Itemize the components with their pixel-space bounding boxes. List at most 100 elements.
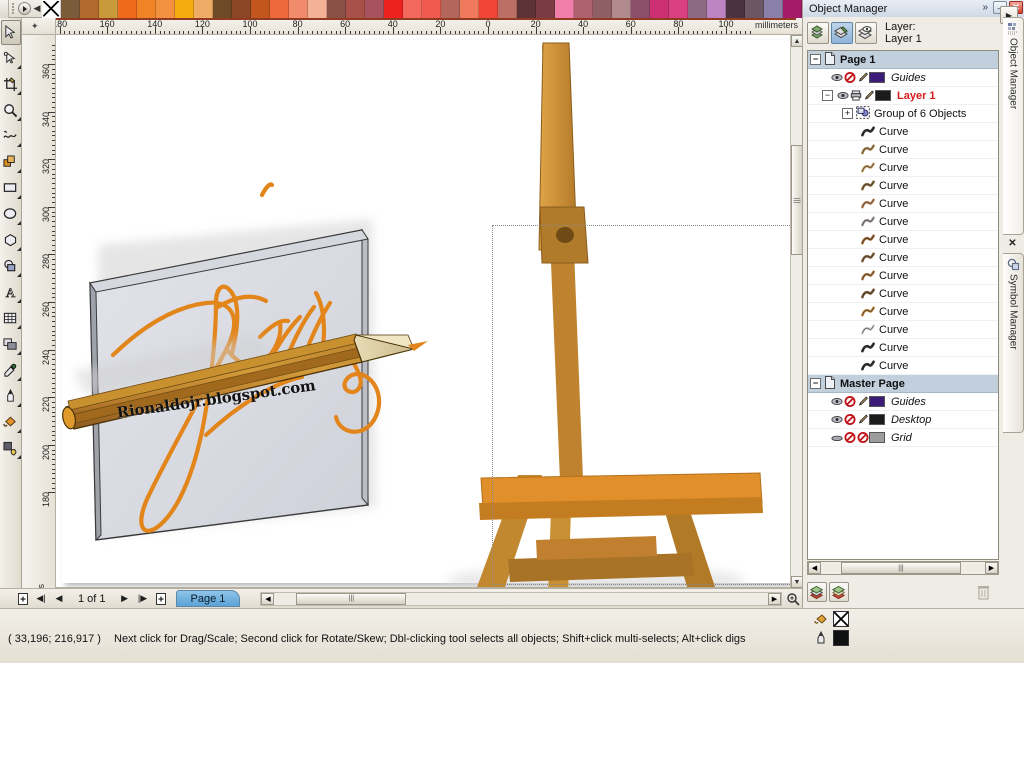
palette-swatch[interactable] (327, 0, 346, 18)
docker-chevron-icon[interactable]: » (982, 2, 988, 13)
tree-expander[interactable]: − (810, 54, 821, 65)
shape-tool[interactable] (1, 46, 21, 71)
palette-swatch[interactable] (764, 0, 783, 18)
next-page-button[interactable]: ▶ (117, 591, 133, 607)
palette-swatch[interactable] (403, 0, 422, 18)
palette-prev-arrow-icon[interactable]: ◀ (32, 3, 42, 14)
print-toggle[interactable] (843, 72, 856, 83)
swatch-no-color[interactable] (42, 0, 61, 18)
palette-swatch[interactable] (783, 0, 802, 18)
scroll-left-button[interactable]: ◀ (261, 592, 275, 605)
print-toggle[interactable] (843, 414, 856, 425)
palette-swatch[interactable] (707, 0, 726, 18)
fill-indicator-row[interactable] (814, 611, 849, 627)
palette-swatch[interactable] (270, 0, 289, 18)
edit-toggle[interactable] (856, 432, 869, 443)
layer-color-chip[interactable] (869, 414, 885, 425)
palette-swatch[interactable] (745, 0, 764, 18)
edit-toggle[interactable] (856, 414, 869, 425)
tree-expander[interactable]: + (842, 108, 853, 119)
palette-swatch[interactable] (175, 0, 194, 18)
page-tab-page-1[interactable]: Page 1 (175, 590, 241, 607)
palette-grip[interactable] (0, 0, 9, 18)
docker-scroll-left-button[interactable]: ◀ (808, 562, 821, 574)
new-layer-button[interactable] (807, 582, 827, 602)
palette-swatch[interactable] (232, 0, 251, 18)
palette-swatch[interactable] (460, 0, 479, 18)
docker-scroll-thumb[interactable]: ||| (841, 562, 961, 574)
master-desktop-row[interactable]: Desktop (808, 411, 998, 429)
palette-swatch[interactable] (118, 0, 137, 18)
palette-swatch[interactable] (346, 0, 365, 18)
docker-horizontal-scrollbar[interactable]: ◀ ||| ▶ (807, 561, 999, 575)
palette-swatch[interactable] (251, 0, 270, 18)
show-object-properties-button[interactable] (807, 22, 829, 44)
curve-row[interactable]: Curve (808, 213, 998, 231)
docker-tab-object-manager[interactable]: Object Manager (1003, 17, 1024, 235)
group-row[interactable]: + Group of 6 Objects (808, 105, 998, 123)
layer-color-chip[interactable] (875, 90, 891, 101)
palette-swatch[interactable] (365, 0, 384, 18)
rectangle-tool[interactable] (1, 176, 21, 201)
palette-swatch[interactable] (574, 0, 593, 18)
crop-tool[interactable] (1, 72, 21, 97)
print-toggle[interactable] (849, 90, 862, 101)
palette-swatch[interactable] (156, 0, 175, 18)
object-tree[interactable]: − Page 1 Guides − Layer 1 + Group of 6 Objects… (807, 50, 999, 560)
layer-1-row[interactable]: − Layer 1 (808, 87, 998, 105)
curve-row[interactable]: Curve (808, 195, 998, 213)
curve-row[interactable]: Curve (808, 177, 998, 195)
curve-row[interactable]: Curve (808, 357, 998, 375)
curve-row[interactable]: Curve (808, 321, 998, 339)
palette-swatch[interactable] (308, 0, 327, 18)
visibility-toggle[interactable] (830, 415, 843, 424)
last-page-button[interactable]: |▶ (135, 591, 151, 607)
palette-swatch[interactable] (384, 0, 403, 18)
new-master-layer-button[interactable] (829, 582, 849, 602)
edit-across-layers-button[interactable] (831, 22, 853, 44)
curve-row[interactable]: Curve (808, 303, 998, 321)
tree-expander[interactable]: − (822, 90, 833, 101)
palette-swatch[interactable] (669, 0, 688, 18)
curve-row[interactable]: Curve (808, 123, 998, 141)
palette-swatch[interactable] (80, 0, 99, 18)
freehand-tool[interactable] (1, 124, 21, 149)
palette-swatch[interactable] (631, 0, 650, 18)
outline-indicator-row[interactable] (814, 630, 849, 646)
pick-tool[interactable] (0, 20, 21, 45)
text-tool[interactable]: A (1, 280, 21, 305)
blend-tool[interactable] (1, 332, 21, 357)
page-1-row[interactable]: − Page 1 (808, 51, 998, 69)
zoom-tool[interactable] (1, 98, 21, 123)
palette-scroll-button[interactable] (17, 2, 31, 16)
palette-swatch[interactable] (289, 0, 308, 18)
ellipse-tool[interactable] (1, 202, 21, 227)
palette-swatch[interactable] (61, 0, 80, 18)
visibility-toggle[interactable] (830, 73, 843, 82)
layer-color-chip[interactable] (869, 432, 885, 443)
layer-manager-view-button[interactable] (855, 22, 877, 44)
drawing-canvas[interactable]: Rionaldojr.blogspot.com (56, 35, 802, 588)
fill-tool[interactable] (1, 410, 21, 435)
docker-tab-close-icon[interactable]: ✕ (1002, 238, 1023, 249)
first-page-button[interactable]: ◀| (33, 591, 49, 607)
palette-swatch[interactable] (688, 0, 707, 18)
master-guides-row[interactable]: Guides (808, 393, 998, 411)
curve-row[interactable]: Curve (808, 339, 998, 357)
curve-row[interactable]: Curve (808, 159, 998, 177)
palette-swatch[interactable] (498, 0, 517, 18)
canvas-horizontal-scrollbar[interactable]: ◀ ||| ▶ (260, 591, 782, 606)
table-tool[interactable] (1, 306, 21, 331)
curve-row[interactable]: Curve (808, 231, 998, 249)
outline-tool[interactable] (1, 384, 21, 409)
canvas-vertical-scrollbar[interactable]: ▲ ||| ▼ (790, 35, 803, 588)
palette-swatch[interactable] (479, 0, 498, 18)
polygon-tool[interactable] (1, 228, 21, 253)
master-page-row[interactable]: − Master Page (808, 375, 998, 393)
print-toggle[interactable] (843, 432, 856, 443)
palette-swatch[interactable] (650, 0, 669, 18)
palette-swatch[interactable] (612, 0, 631, 18)
palette-swatch[interactable] (194, 0, 213, 18)
edit-toggle[interactable] (856, 396, 869, 407)
smart-fill-tool[interactable] (1, 150, 21, 175)
